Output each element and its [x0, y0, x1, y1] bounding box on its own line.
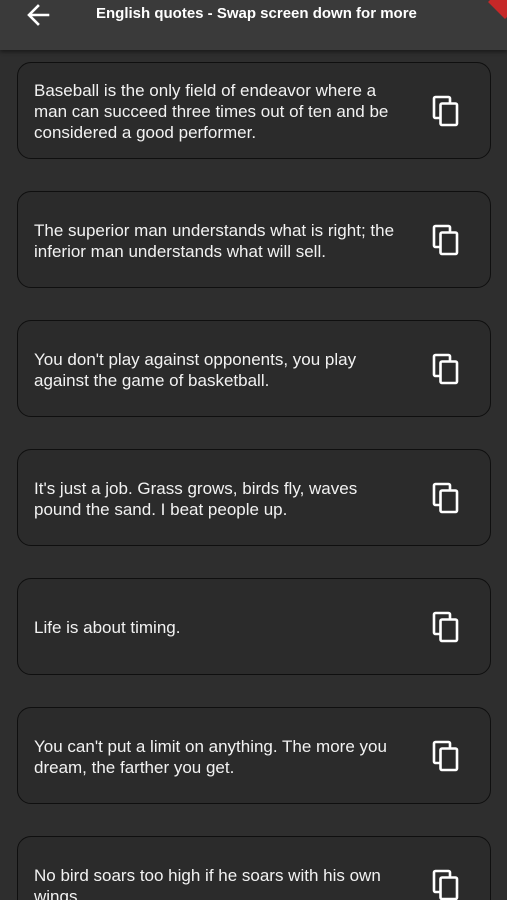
copy-icon[interactable] — [432, 611, 460, 643]
quote-card: Life is about timing. — [17, 578, 491, 675]
quote-card: You don't play against opponents, you pl… — [17, 320, 491, 417]
page-title: English quotes - Swap screen down for mo… — [96, 5, 417, 22]
copy-icon[interactable] — [432, 353, 460, 385]
copy-icon[interactable] — [432, 740, 460, 772]
quote-text: Baseball is the only field of endeavor w… — [34, 81, 389, 142]
quote-card: Baseball is the only field of endeavor w… — [17, 62, 491, 159]
quote-text: Life is about timing. — [34, 618, 181, 637]
back-button[interactable] — [22, 0, 54, 30]
quote-text: You don't play against opponents, you pl… — [34, 349, 357, 390]
quote-text: It's just a job. Grass grows, birds fly,… — [34, 478, 358, 519]
quote-card: No bird soars too high if he soars with … — [17, 836, 491, 900]
copy-icon[interactable] — [432, 95, 460, 127]
quote-card: You can't put a limit on anything. The m… — [17, 707, 491, 804]
quote-text: You can't put a limit on anything. The m… — [34, 736, 387, 777]
corner-badge — [488, 0, 507, 19]
copy-icon[interactable] — [432, 869, 460, 900]
quotes-list[interactable]: Baseball is the only field of endeavor w… — [0, 50, 507, 900]
copy-icon[interactable] — [432, 224, 460, 256]
quote-text: The superior man understands what is rig… — [34, 220, 395, 261]
quote-card: The superior man understands what is rig… — [17, 191, 491, 288]
app-bar: English quotes - Swap screen down for mo… — [0, 0, 507, 50]
copy-icon[interactable] — [432, 482, 460, 514]
quote-text: No bird soars too high if he soars with … — [34, 865, 381, 900]
arrow-left-icon — [27, 4, 50, 26]
quote-card: It's just a job. Grass grows, birds fly,… — [17, 449, 491, 546]
